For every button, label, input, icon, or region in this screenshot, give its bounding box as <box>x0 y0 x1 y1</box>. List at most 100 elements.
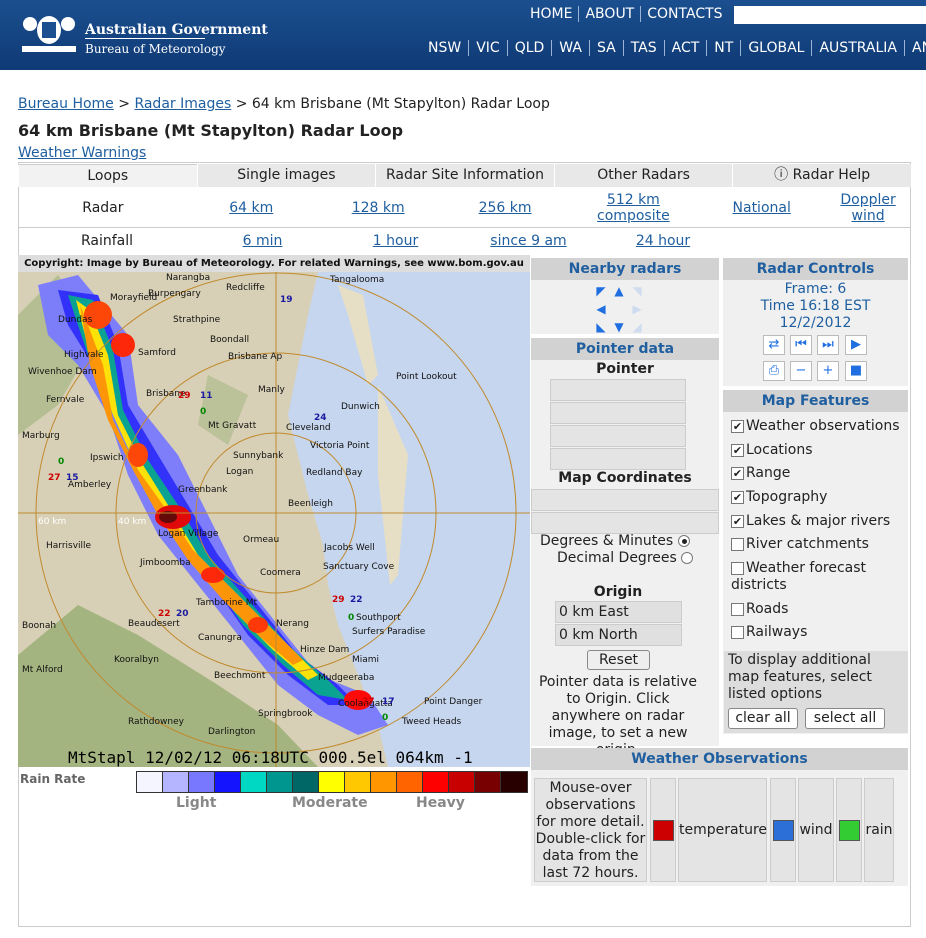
nav-antarctica[interactable]: ANTA <box>904 40 926 56</box>
previous-frame-icon[interactable]: ⏮ <box>790 335 812 355</box>
tab-single-images[interactable]: Single images <box>196 164 376 187</box>
radio-button[interactable] <box>677 535 690 547</box>
arrow-sw-icon[interactable]: ◣ <box>592 318 610 336</box>
obs-marker[interactable]: 0 <box>200 407 206 417</box>
coat-of-arms-icon[interactable] <box>16 10 82 56</box>
arrow-nw-icon[interactable]: ◤ <box>592 282 610 300</box>
checkbox-unchecked[interactable] <box>731 561 744 575</box>
temperature-swatch <box>653 820 674 841</box>
nav-contacts[interactable]: CONTACTS <box>640 6 728 22</box>
radio-degmin[interactable]: Degrees & Minutes <box>540 533 690 549</box>
obs-marker[interactable]: 19 <box>280 295 293 305</box>
feature-option[interactable]: ✔ Topography <box>731 489 906 506</box>
feature-option[interactable]: ✔ Locations <box>731 442 906 459</box>
select-all-button[interactable]: select all <box>805 708 885 729</box>
play-icon[interactable]: ▶ <box>845 335 867 355</box>
nav-global[interactable]: GLOBAL <box>740 40 811 56</box>
link-national[interactable]: National <box>733 200 791 216</box>
nav-qld[interactable]: QLD <box>506 40 552 56</box>
nav-wa[interactable]: WA <box>551 40 589 56</box>
checkbox-checked[interactable]: ✔ <box>731 443 744 457</box>
obs-marker[interactable]: 22 <box>158 609 171 619</box>
obs-marker[interactable]: 0 <box>382 713 388 723</box>
checkbox-checked[interactable]: ✔ <box>731 466 744 480</box>
link-256km[interactable]: 256 km <box>479 200 532 216</box>
feature-option[interactable]: River catchments <box>731 536 906 553</box>
reset-button[interactable]: Reset <box>587 650 650 670</box>
nav-about[interactable]: ABOUT <box>578 6 640 22</box>
link-6min[interactable]: 6 min <box>243 233 283 249</box>
obs-marker[interactable]: 11 <box>200 391 213 401</box>
obs-marker[interactable]: 17 <box>382 697 395 707</box>
nav-australia[interactable]: AUSTRALIA <box>811 40 904 56</box>
gov-name[interactable]: Australian Government <box>85 22 268 38</box>
link-24hour[interactable]: 24 hour <box>636 233 690 249</box>
origin-east-field[interactable]: 0 km East <box>555 601 682 623</box>
clear-all-button[interactable]: clear all <box>728 708 798 729</box>
radar-image[interactable]: Copyright: Image by Bureau of Meteorolog… <box>18 255 530 767</box>
nav-home[interactable]: HOME <box>530 6 578 22</box>
link-64km[interactable]: 64 km <box>229 200 273 216</box>
faster-icon[interactable]: + <box>817 361 839 381</box>
feature-option[interactable]: Railways <box>731 624 906 641</box>
nav-act[interactable]: ACT <box>663 40 707 56</box>
nav-nsw[interactable]: NSW <box>421 40 468 56</box>
obs-marker[interactable]: 27 <box>362 697 375 707</box>
radio-decimal[interactable]: Decimal Degrees <box>557 550 694 566</box>
print-icon[interactable]: ⎙ <box>763 361 785 381</box>
tab-loops[interactable]: Loops <box>18 164 197 187</box>
arrow-n-icon[interactable]: ▲ <box>610 282 628 300</box>
slower-icon[interactable]: − <box>790 361 812 381</box>
obs-marker[interactable]: 29 <box>178 391 191 401</box>
loop-toggle-icon[interactable]: ⇄ <box>763 335 785 355</box>
feature-label: River catchments <box>746 536 869 552</box>
temp-swatch-cell <box>650 778 676 882</box>
obs-marker[interactable]: 29 <box>332 595 345 605</box>
obs-marker[interactable]: 0 <box>348 613 354 623</box>
center-icon <box>610 300 628 318</box>
arrow-s-icon[interactable]: ▼ <box>610 318 628 336</box>
tab-radar-help[interactable]: ⓘ Radar Help <box>732 164 911 187</box>
link-doppler-wind[interactable]: Doppler wind <box>840 192 895 224</box>
divider <box>85 38 205 39</box>
link-512km[interactable]: 512 km composite <box>597 192 670 224</box>
breadcrumb-radar[interactable]: Radar Images <box>134 96 231 112</box>
obs-marker[interactable]: 15 <box>66 473 79 483</box>
rain-rate-swatch <box>163 772 189 792</box>
link-since9am[interactable]: since 9 am <box>490 233 566 249</box>
radio-button[interactable] <box>681 552 694 564</box>
nav-tas[interactable]: TAS <box>622 40 664 56</box>
link-128km[interactable]: 128 km <box>352 200 405 216</box>
checkbox-checked[interactable]: ✔ <box>731 490 744 504</box>
next-frame-icon[interactable]: ⏭ <box>817 335 839 355</box>
checkbox-unchecked[interactable] <box>731 602 744 616</box>
feature-option[interactable]: ✔ Range <box>731 465 906 482</box>
feature-option[interactable]: ✔ Lakes & major rivers <box>731 513 906 530</box>
feature-option[interactable]: Weather forecast districts <box>731 560 906 594</box>
tab-other-radars[interactable]: Other Radars <box>553 164 733 187</box>
obs-marker[interactable]: 24 <box>314 413 327 423</box>
tab-radar-site-info[interactable]: Radar Site Information <box>375 164 554 187</box>
link-1hour[interactable]: 1 hour <box>373 233 418 249</box>
arrow-w-icon[interactable]: ◀ <box>592 300 610 318</box>
nav-vic[interactable]: VIC <box>468 40 506 56</box>
search-input[interactable] <box>734 6 926 24</box>
weather-warnings-link[interactable]: Weather Warnings <box>18 145 146 161</box>
nav-nt[interactable]: NT <box>706 40 740 56</box>
obs-marker[interactable]: 27 <box>48 473 61 483</box>
feature-option[interactable]: ✔ Weather observations <box>731 418 906 435</box>
breadcrumb-home[interactable]: Bureau Home <box>18 96 114 112</box>
bureau-name[interactable]: Bureau of Meteorology <box>85 42 226 56</box>
origin-north-field[interactable]: 0 km North <box>555 624 682 646</box>
origin-label: Origin <box>593 584 643 600</box>
checkbox-unchecked[interactable] <box>731 537 744 551</box>
obs-marker[interactable]: 20 <box>176 609 189 619</box>
checkbox-checked[interactable]: ✔ <box>731 419 744 433</box>
obs-marker[interactable]: 0 <box>58 457 64 467</box>
checkbox-unchecked[interactable] <box>731 625 744 639</box>
nav-sa[interactable]: SA <box>588 40 623 56</box>
obs-marker[interactable]: 22 <box>350 595 363 605</box>
checkbox-checked[interactable]: ✔ <box>731 514 744 528</box>
feature-option[interactable]: Roads <box>731 601 906 618</box>
stop-icon[interactable]: ■ <box>845 361 867 381</box>
